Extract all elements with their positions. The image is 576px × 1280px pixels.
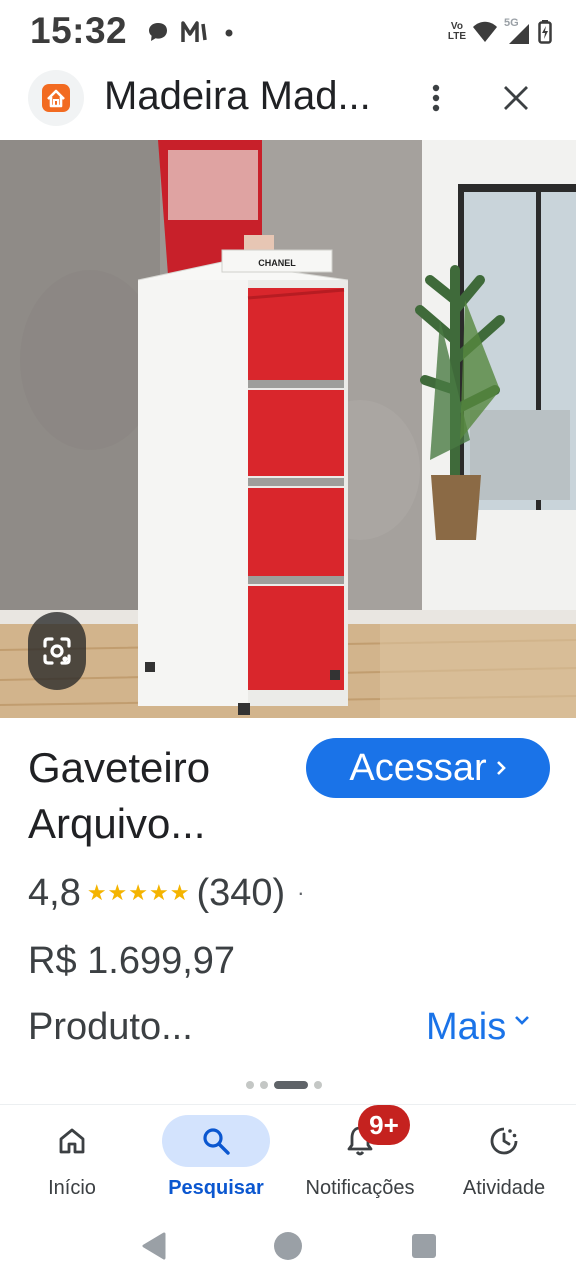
system-navigation-bar xyxy=(0,1212,576,1280)
google-lens-icon xyxy=(43,637,71,665)
home-button[interactable] xyxy=(270,1228,306,1264)
back-button[interactable] xyxy=(136,1228,172,1264)
access-button[interactable]: Acessar xyxy=(306,738,550,798)
image-pager xyxy=(246,1080,322,1090)
pager-dot xyxy=(260,1081,268,1089)
close-button[interactable] xyxy=(496,78,536,118)
nav-item-home[interactable]: Início xyxy=(0,1105,144,1213)
music-m-icon xyxy=(181,21,207,42)
chevron-right-icon xyxy=(496,761,506,775)
5g-signal-icon: 5G xyxy=(504,17,532,45)
bottom-navigation: Início Pesquisar Notificações 9+ Ativida… xyxy=(0,1104,576,1212)
more-button[interactable]: Mais xyxy=(426,1006,530,1049)
volte-bottom-label: LTE xyxy=(447,31,466,42)
pager-dot xyxy=(314,1081,322,1089)
kebab-menu-icon xyxy=(432,84,440,112)
dot-icon xyxy=(225,29,233,37)
product-photo: CHANEL xyxy=(0,140,576,718)
more-options-button[interactable] xyxy=(420,78,452,118)
nav-label-activity: Atividade xyxy=(462,1177,546,1199)
nav-pill xyxy=(450,1115,558,1167)
status-time: 15:32 xyxy=(30,10,128,51)
nav-item-search[interactable]: Pesquisar xyxy=(144,1105,288,1213)
house-logo-icon xyxy=(42,84,70,112)
access-button-label: Acessar xyxy=(349,746,487,789)
volte-icon: Vo LTE xyxy=(448,22,466,42)
wifi-icon xyxy=(473,21,497,42)
pager-dot-active xyxy=(274,1081,308,1089)
status-bar: 15:32 Vo LTE 5G xyxy=(0,0,576,64)
image-product-label: CHANEL xyxy=(258,258,296,268)
product-title-line2: Arquivo... xyxy=(28,800,206,847)
rating-value: 4,8 xyxy=(28,871,81,914)
site-logo xyxy=(28,70,84,126)
pager-dot xyxy=(246,1081,254,1089)
close-icon xyxy=(504,86,528,110)
nav-pill-active xyxy=(162,1115,270,1167)
review-count: (340) xyxy=(196,871,286,914)
nav-pill xyxy=(18,1115,126,1167)
home-icon xyxy=(59,1128,85,1154)
separator-dot: · xyxy=(297,880,305,905)
product-title: Gaveteiro Arquivo... xyxy=(28,740,308,852)
nav-label-notifications: Notificações xyxy=(305,1177,415,1199)
rating-row: 4,8 ★★★★★ (340) · xyxy=(28,868,305,918)
search-icon xyxy=(203,1128,230,1155)
product-description: Produto... xyxy=(28,1006,193,1048)
nav-label-home: Início xyxy=(48,1177,96,1199)
product-price: R$ 1.699,97 xyxy=(28,940,236,982)
product-image[interactable]: CHANEL xyxy=(0,140,576,718)
recents-button[interactable] xyxy=(406,1228,442,1264)
header: Madeira Mad... xyxy=(0,64,576,142)
home-circle-icon xyxy=(274,1232,302,1260)
recents-icon xyxy=(412,1234,436,1258)
activity-icon xyxy=(490,1127,518,1155)
chevron-down-icon xyxy=(515,1016,530,1025)
status-icons: Vo LTE 5G xyxy=(448,16,552,48)
visual-search-button[interactable] xyxy=(28,612,86,690)
nav-label-search: Pesquisar xyxy=(168,1177,264,1199)
site-title: Madeira Mad... xyxy=(104,74,371,118)
back-icon xyxy=(142,1232,166,1260)
chat-bubble-icon xyxy=(149,23,167,41)
more-label: Mais xyxy=(426,1006,507,1048)
battery-icon xyxy=(538,20,552,44)
rating-stars: ★★★★★ xyxy=(86,880,191,905)
notification-badge: 9+ xyxy=(358,1105,410,1145)
nav-item-activity[interactable]: Atividade xyxy=(432,1105,576,1213)
product-title-line1: Gaveteiro xyxy=(28,744,211,791)
